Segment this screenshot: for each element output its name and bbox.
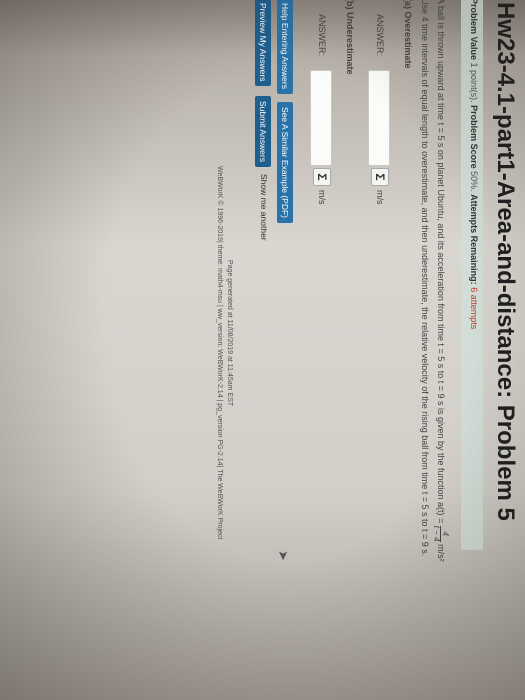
part-b-answer-input[interactable]	[310, 70, 332, 166]
problem-meta: Problem Value 1 point(s). Problem Score …	[469, 0, 479, 329]
part-b-unit: m/s	[317, 190, 327, 205]
show-another-link[interactable]: Show me another	[259, 174, 269, 241]
part-a-label: (a) Overestimate	[403, 0, 413, 69]
acceleration-units: m/s²	[436, 544, 447, 562]
problem-text-a: A ball is thrown upward at time	[436, 0, 447, 121]
part-b-label: (b) Underestimate	[345, 0, 355, 75]
fraction-denominator: t − 4	[432, 525, 441, 542]
problem-value-label: Problem Value	[469, 0, 479, 61]
acceleration-fraction: 4 t − 4	[432, 525, 450, 542]
problem-value: 1 point(s).	[469, 62, 479, 103]
problem-line-2: Use 4 time intervals of equal length to …	[420, 0, 430, 557]
page-title: Hw23-4.1-part1-Area-and-distance: Proble…	[492, 2, 519, 521]
part-a-answer-input[interactable]	[368, 70, 390, 166]
problem-line-1: A ball is thrown upward at time t = 5 s …	[432, 0, 450, 658]
problem-statement: A ball is thrown upward at time t = 5 s …	[418, 0, 450, 658]
problem-score: 50%.	[469, 171, 479, 192]
submit-answers-button[interactable]: Submit Answers	[255, 96, 271, 167]
page-generated-text: Page generated at 11/08/2019 at 11:45am …	[226, 260, 233, 407]
webwork-page: Hw23-4.1-part1-Area-and-distance: Proble…	[20, 0, 525, 680]
mouse-cursor-icon: ➤	[276, 550, 291, 561]
help-entering-answers-button[interactable]: Help Entering Answers	[277, 0, 293, 94]
problem-text-b: t = 5 s on planet Ubuntu, and its accele…	[436, 122, 447, 526]
sigma-icon[interactable]: Σ	[313, 168, 331, 186]
part-a-answer-label: ANSWER:	[375, 14, 385, 57]
part-a-unit: m/s	[375, 190, 385, 205]
fraction-numerator: 4	[440, 525, 450, 542]
attempts-remaining: 6 attempts	[469, 287, 479, 330]
attempts-label: Attempts Remaining:	[469, 194, 479, 285]
footer-credits: WeBWorK © 1996-2019| theme: math4-msu | …	[216, 166, 223, 540]
similar-example-button[interactable]: See A Similar Example (PDF)	[277, 102, 293, 224]
part-b-answer-label: ANSWER:	[317, 14, 327, 57]
sigma-icon[interactable]: Σ	[371, 168, 389, 186]
problem-score-label: Problem Score	[469, 105, 479, 169]
preview-answers-button[interactable]: Preview My Answers	[255, 0, 271, 87]
